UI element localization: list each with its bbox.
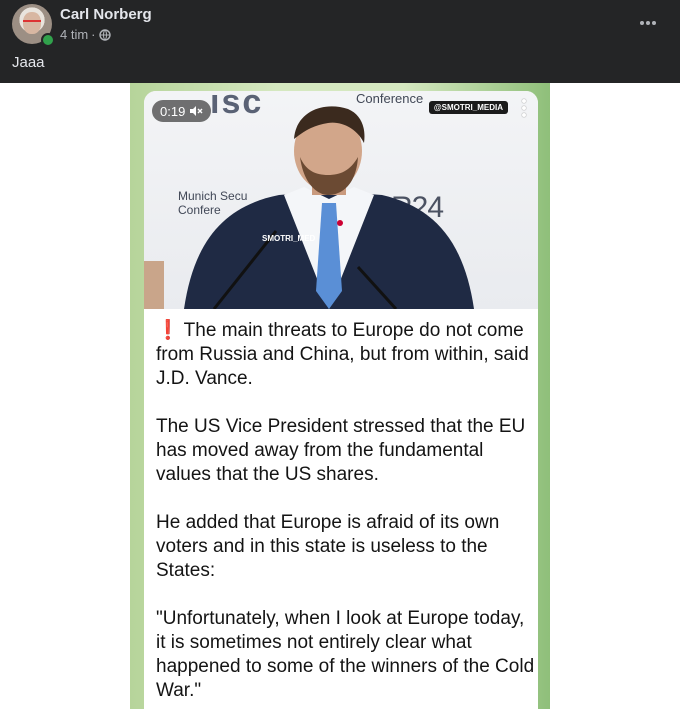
- online-status-dot: [41, 33, 55, 47]
- post-text: Jaaa: [12, 54, 45, 71]
- speaker-figure: SMOTRI_MED: [144, 106, 474, 309]
- meta-separator: ·: [91, 27, 96, 42]
- article-paragraph-1-text: The main threats to Europe do not come f…: [156, 320, 529, 389]
- speaker-muted-icon[interactable]: [189, 105, 203, 117]
- author-name[interactable]: Carl Norberg: [60, 6, 152, 23]
- video-menu-button[interactable]: [522, 99, 526, 120]
- exclamation-icon: ❗: [156, 320, 180, 341]
- video-player[interactable]: ısc Conference Munich Secu Confere BR24 …: [144, 91, 538, 309]
- post-header: Carl Norberg 4 tim · Jaaa: [0, 0, 680, 83]
- post-media[interactable]: ısc Conference Munich Secu Confere BR24 …: [130, 83, 550, 709]
- post-time[interactable]: 4 tim: [60, 27, 88, 42]
- video-time-pill[interactable]: 0:19: [152, 100, 212, 122]
- article-paragraph-1: ❗ The main threats to Europe do not come …: [156, 319, 536, 391]
- shared-card: ısc Conference Munich Secu Confere BR24 …: [144, 91, 538, 709]
- more-options-button[interactable]: [634, 10, 662, 30]
- post-meta: 4 tim ·: [60, 27, 111, 42]
- ellipsis-icon: [640, 21, 656, 25]
- article-paragraph-3: He added that Europe is afraid of its ow…: [156, 512, 500, 581]
- globe-icon: [98, 28, 111, 41]
- podium-left-hand: [144, 261, 164, 309]
- video-time: 0:19: [160, 103, 186, 119]
- article-paragraph-2: The US Vice President stressed that the …: [156, 416, 526, 485]
- avatar-glasses: [23, 20, 41, 26]
- article-text: ❗ The main threats to Europe do not come …: [156, 319, 536, 709]
- podium-watermark: SMOTRI_MED: [262, 234, 316, 243]
- channel-handle-badge: @SMOTRI_MEDIA: [428, 101, 508, 114]
- lapel-pin: [337, 220, 343, 226]
- article-paragraph-4: "Unfortunately, when I look at Europe to…: [156, 608, 535, 701]
